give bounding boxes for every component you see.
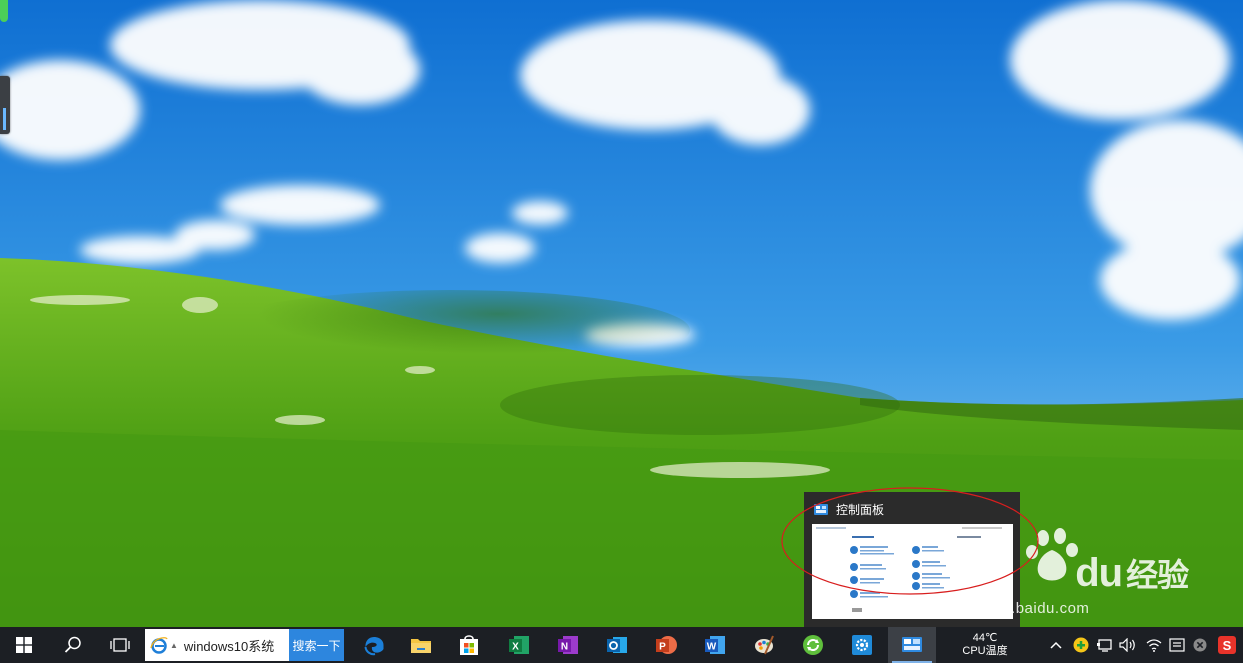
wifi-icon — [1146, 639, 1162, 652]
file-explorer-icon — [411, 639, 431, 653]
desktop-gadget-indicator — [0, 0, 8, 22]
input-method-icon — [1169, 638, 1185, 652]
svg-text:W: W — [707, 642, 717, 653]
taskbar-app-outlook[interactable] — [594, 627, 640, 663]
search-submit-button[interactable]: 搜索一下 — [289, 629, 344, 661]
windows-start-icon — [16, 637, 32, 653]
tray-device-icon[interactable] — [1094, 627, 1116, 663]
search-input[interactable]: windows10系统 — [184, 636, 274, 655]
taskbar-app-onenote[interactable]: N — [545, 627, 591, 663]
cpu-temperature-label: CPU温度 — [962, 645, 1008, 657]
taskbar-app-settings[interactable] — [839, 627, 885, 663]
taskbar-app-word[interactable]: W — [692, 627, 738, 663]
svg-text:X: X — [512, 642, 519, 653]
preview-title: 控制面板 — [836, 503, 885, 517]
watermark-url: jingyan.baidu.com — [960, 600, 1090, 617]
taskbar-app-store[interactable] — [446, 627, 492, 663]
tray-app-icon[interactable] — [1070, 627, 1092, 663]
taskbar-app-powerpoint[interactable]: P — [643, 627, 689, 663]
device-icon — [1097, 639, 1112, 652]
control-panel-icon — [814, 504, 828, 515]
powerpoint-icon: P — [656, 636, 677, 654]
cpu-temperature-value: 44℃ — [972, 632, 998, 644]
svg-text:N: N — [561, 642, 568, 653]
outlook-icon — [607, 637, 627, 653]
plus-badge-icon — [1073, 637, 1089, 653]
search-icon — [64, 636, 81, 653]
preview-title-bar: 控制面板 — [814, 501, 884, 518]
close-circle-icon — [1193, 638, 1207, 652]
ie-icon — [150, 637, 168, 654]
taskbar-app-refresh[interactable] — [790, 627, 836, 663]
watermark-brand-du: du — [1075, 551, 1123, 595]
tray-network[interactable] — [1143, 627, 1165, 663]
settings-icon — [852, 635, 872, 655]
task-view-icon — [110, 638, 130, 652]
watermark-brand-bai: Bai — [952, 551, 1012, 595]
chevron-up-icon — [1050, 641, 1062, 649]
search-button[interactable] — [50, 627, 96, 663]
tray-sogou-input[interactable]: S — [1214, 627, 1240, 663]
task-view-button[interactable] — [97, 627, 143, 663]
edge-icon — [364, 637, 384, 656]
svg-text:P: P — [659, 642, 666, 653]
taskbar-app-paint[interactable] — [741, 627, 787, 663]
start-button[interactable] — [0, 627, 48, 663]
cpu-temperature-widget[interactable]: 44℃ CPU温度 — [955, 628, 1015, 658]
taskbar-app-file-explorer[interactable] — [399, 627, 443, 663]
search-dropdown-arrow-icon[interactable]: ▲ — [170, 641, 178, 650]
baidu-jingyan-watermark: Bai du 经验 jingyan.baidu.com — [948, 528, 1238, 628]
tray-show-hidden-icons[interactable] — [1046, 627, 1066, 663]
taskbar-app-edge[interactable] — [352, 627, 396, 663]
desktop-gadget-panel[interactable] — [0, 76, 10, 134]
sogou-s-icon: S — [1218, 636, 1236, 654]
watermark-brand-cn: 经验 — [1126, 557, 1189, 593]
excel-icon: X — [509, 636, 529, 654]
tray-close[interactable] — [1189, 627, 1211, 663]
taskbar-app-control-panel[interactable] — [888, 627, 936, 663]
onenote-icon: N — [558, 636, 578, 654]
taskbar-app-excel[interactable]: X — [496, 627, 542, 663]
store-icon — [460, 635, 478, 655]
taskbar-search-box[interactable]: ▲ windows10系统 — [145, 629, 289, 661]
speaker-icon — [1119, 638, 1135, 652]
paint-icon — [755, 635, 774, 655]
word-icon: W — [705, 636, 725, 654]
tray-keyboard[interactable] — [1166, 627, 1188, 663]
svg-text:S: S — [1223, 638, 1232, 653]
tray-volume[interactable] — [1117, 627, 1139, 663]
control-panel-icon — [902, 637, 922, 652]
refresh-app-icon — [803, 635, 823, 655]
